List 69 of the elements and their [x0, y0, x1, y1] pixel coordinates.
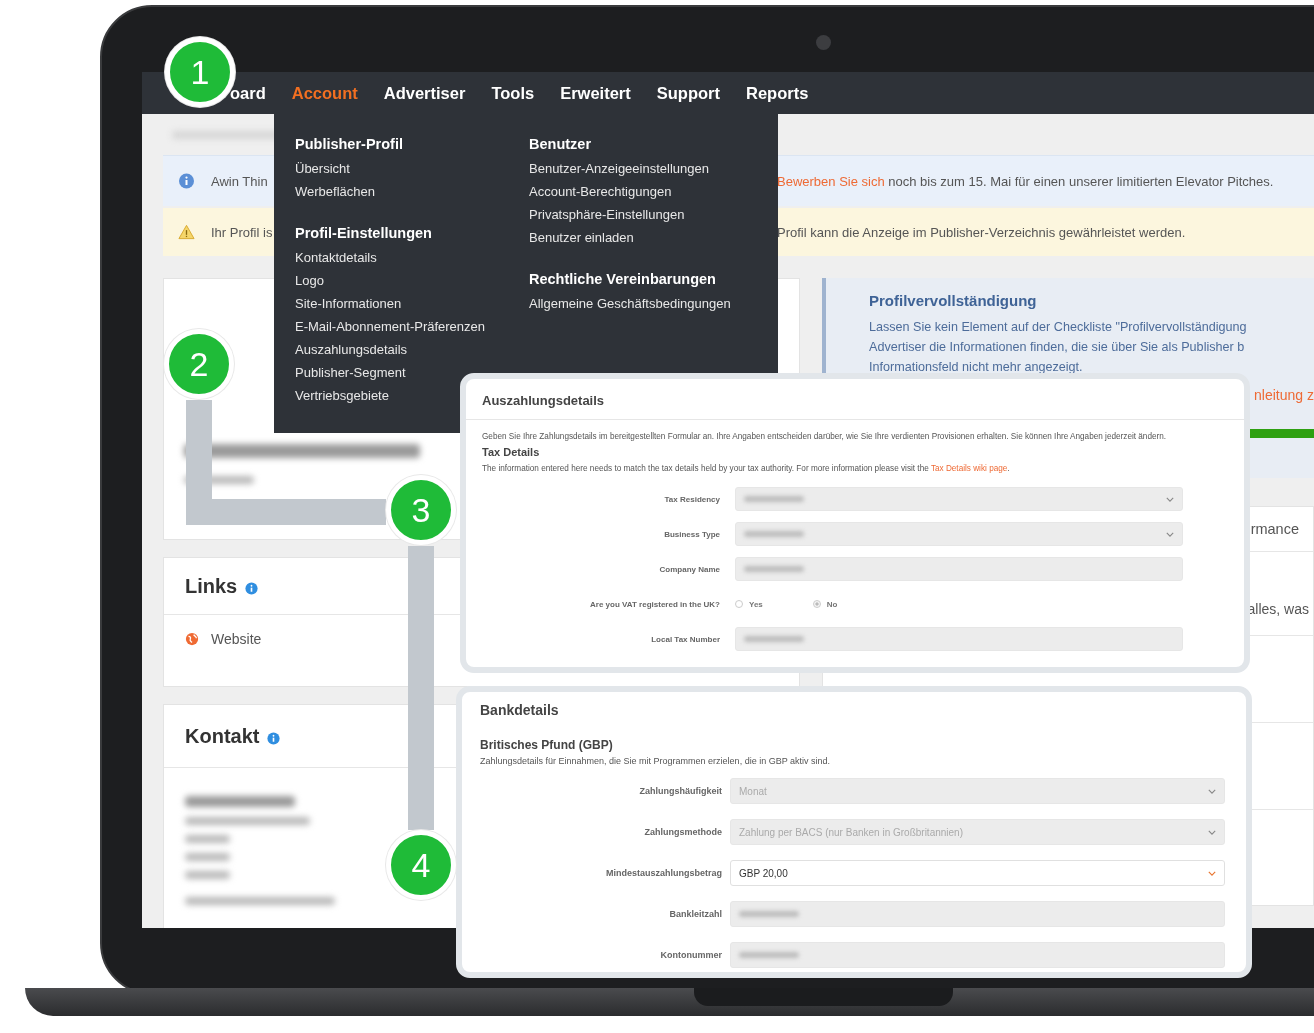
menu-heading: Publisher-Profil	[295, 136, 404, 152]
warning-icon	[178, 224, 195, 240]
nav-tab[interactable]: Tools	[491, 83, 535, 103]
banner-text: Ihr Profil is	[211, 224, 273, 240]
nav-tab[interactable]: Erweitert	[560, 83, 631, 103]
card-title: rmance	[1250, 521, 1299, 537]
field-label: Mindestauszahlungsbetrag	[605, 868, 722, 878]
redacted-text	[185, 871, 230, 879]
field-label: Zahlungsmethode	[643, 827, 722, 837]
menu-item[interactable]: E-Mail-Abonnement-Präferenzen	[295, 315, 486, 338]
chevron-down-icon	[1166, 496, 1174, 502]
panel-title: Bankdetails	[480, 702, 560, 718]
info-icon	[245, 581, 259, 595]
field-label: Kontonummer	[659, 950, 722, 960]
menu-item[interactable]: Logo	[295, 269, 324, 292]
radio-option[interactable]: Yes	[735, 599, 763, 609]
redacted-text	[185, 835, 230, 843]
radio-option[interactable]: No	[812, 599, 838, 609]
menu-item[interactable]: Publisher-Segment	[295, 361, 406, 384]
redacted-text	[185, 853, 230, 861]
field-label: Tax Residency	[663, 494, 720, 504]
panel-title: Auszahlungsdetails	[482, 393, 605, 408]
menu-item[interactable]: Benutzer-Anzeigeeinstellungen	[529, 157, 709, 180]
menu-heading: Profil-Einstellungen	[295, 225, 433, 241]
globe-icon	[185, 632, 199, 646]
redacted-text	[184, 476, 254, 484]
radio-icon[interactable]	[735, 600, 743, 608]
menu-item[interactable]: Account-Berechtigungen	[529, 180, 672, 203]
field-label: Local Tax Number	[650, 634, 720, 644]
note-text: Zahlungsdetails für Einnahmen, die Sie mit Programmen erzielen, die in GBP aktiv sind.	[480, 756, 831, 766]
nav-tab[interactable]: Reports	[746, 83, 809, 103]
box-title: Profilvervollständigung	[869, 292, 1038, 309]
radio-icon[interactable]	[812, 600, 821, 608]
select-field[interactable]: GBP 20,00	[730, 860, 1225, 886]
card-title: Links	[185, 574, 238, 598]
menu-heading: Rechtliche Vereinbarungen	[529, 271, 717, 287]
menu-heading: Benutzer	[529, 136, 593, 152]
field-label: Zahlungshäufigkeit	[638, 786, 722, 796]
card-title: Kontakt	[185, 724, 260, 748]
banner-text: Awin Thin	[211, 173, 268, 189]
menu-item[interactable]: Privatsphäre-Einstellungen	[529, 203, 685, 226]
field-label: Company Name	[658, 564, 720, 574]
note-text: The information entered here needs to match the tax details held by your tax authority. For more information please visit the Tax Details wiki page.	[482, 464, 1011, 473]
menu-item[interactable]: Benutzer einladen	[529, 226, 634, 249]
website-link[interactable]: Website	[211, 631, 262, 647]
info-icon	[267, 731, 281, 745]
intro-text: Geben Sie Ihre Zahlungsdetails im bereitgestellten Formular an. Ihre Angaben entscheiden darüber, wie Sie Ihre verdienten Provisionen erhalten. Sie können Ihre Angaben jederzeit ändern.	[482, 432, 1168, 441]
menu-item[interactable]: Übersicht	[295, 157, 350, 180]
chevron-down-icon	[1208, 870, 1216, 876]
field-label: Business Type	[663, 529, 720, 539]
banner-text: Bewerben Sie sich noch bis zum 15. Mai für einen unserer limitierten Elevator Pitches.	[777, 173, 1275, 189]
nav-tab[interactable]: Support	[656, 83, 721, 103]
section-title: Britisches Pfund (GBP)	[480, 738, 614, 752]
box-text: Lassen Sie kein Element auf der Checkliste "Profilvervollständigung Advertiser die Informationen finden, die sie über Sie als Publisher b Informationsfeld nicht mehr angezeigt.	[869, 319, 1248, 376]
menu-item[interactable]: Werbeflächen	[295, 180, 375, 203]
chevron-down-icon	[1166, 531, 1174, 537]
menu-item[interactable]: Kontaktdetails	[295, 246, 377, 269]
field-label: Bankleitzahl	[668, 909, 722, 919]
banner-text: Profil kann die Anzeige im Publisher-Verzeichnis gewährleistet werden.	[777, 224, 1187, 240]
info-icon	[178, 173, 195, 189]
menu-item[interactable]: Allgemeine Geschäftsbedingungen	[529, 292, 731, 315]
chevron-down-icon	[1208, 829, 1216, 835]
field-label: Are you VAT registered in the UK?	[589, 599, 720, 609]
nav-tab[interactable]: Advertiser	[383, 83, 466, 103]
menu-item[interactable]: Auszahlungsdetails	[295, 338, 408, 361]
menu-item[interactable]: Site-Informationen	[295, 292, 402, 315]
section-title: Tax Details	[482, 446, 541, 458]
menu-item[interactable]: Vertriebsgebiete	[295, 384, 389, 407]
chevron-down-icon	[1208, 788, 1216, 794]
